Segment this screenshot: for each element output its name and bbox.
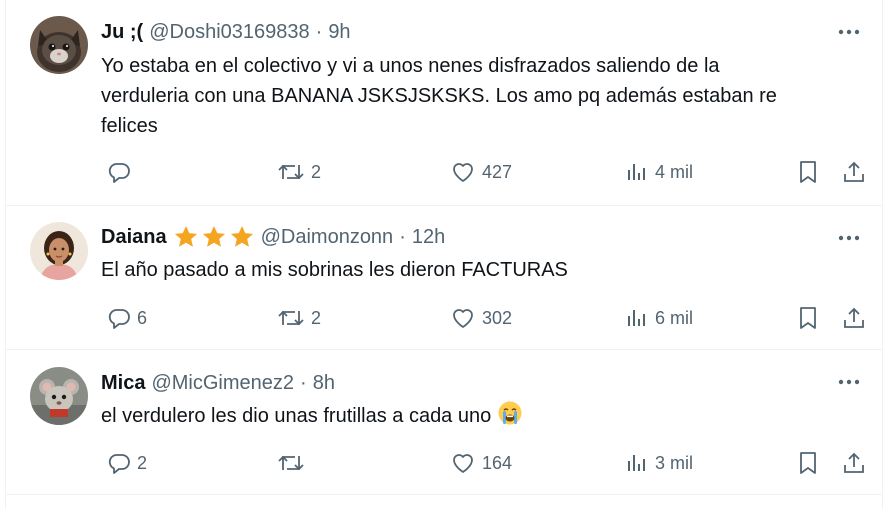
separator: · xyxy=(315,20,323,43)
bookmark-button[interactable] xyxy=(797,157,819,187)
repost-button[interactable] xyxy=(277,448,311,478)
like-button[interactable]: 427 xyxy=(450,157,512,187)
avatar-kitten[interactable] xyxy=(30,16,88,74)
bookmark-button[interactable] xyxy=(797,303,819,333)
share-button[interactable] xyxy=(841,448,867,478)
separator: · xyxy=(300,371,307,394)
tweet-text-line: felices xyxy=(101,115,158,137)
tweet-text-content: el verdulero les dio unas frutillas a ca… xyxy=(101,405,492,427)
like-icon xyxy=(450,306,476,330)
share-button[interactable] xyxy=(841,303,867,333)
views-count: 3 mil xyxy=(655,452,694,473)
views-button[interactable]: 6 mil xyxy=(625,303,693,333)
tweet-feed: Ju ;( @Doshi03169838 · 9h Yo estaba en e… xyxy=(5,0,883,509)
user-handle[interactable]: @MicGimenez2 xyxy=(151,372,294,395)
reply-button[interactable] xyxy=(107,157,137,187)
user-name[interactable]: Mica xyxy=(101,372,145,395)
tweet-actions: 2 427 4 mil xyxy=(101,157,871,187)
reply-count: 2 xyxy=(137,452,148,473)
repost-button[interactable]: 2 xyxy=(277,303,321,333)
tweet-text-line: El año pasado a mis sobrinas les dieron … xyxy=(101,259,568,281)
tweet-actions: 2 164 3 mil xyxy=(101,448,871,478)
crying-face-emoji xyxy=(497,400,523,435)
tweet-header: Mica @MicGimenez2 · 8h xyxy=(101,371,335,395)
like-count: 302 xyxy=(482,307,513,328)
reply-count: 6 xyxy=(137,307,148,328)
like-count: 427 xyxy=(482,161,513,182)
user-name[interactable]: Daiana xyxy=(101,226,167,249)
star-badges xyxy=(173,224,255,250)
views-button[interactable]: 4 mil xyxy=(625,157,693,187)
like-icon xyxy=(450,451,476,475)
reply-icon xyxy=(107,160,131,184)
tweet-2[interactable]: Daiana @Daimonzonn · 12h El año pasado a… xyxy=(6,206,882,349)
views-count: 6 mil xyxy=(655,307,694,328)
bookmark-icon xyxy=(797,159,819,185)
repost-count: 2 xyxy=(311,161,322,182)
repost-count: 2 xyxy=(311,307,322,328)
repost-icon xyxy=(277,451,305,475)
views-icon xyxy=(625,306,649,330)
views-button[interactable]: 3 mil xyxy=(625,448,693,478)
like-button[interactable]: 302 xyxy=(450,303,512,333)
like-count: 164 xyxy=(482,452,513,473)
repost-button[interactable]: 2 xyxy=(277,157,321,187)
views-icon xyxy=(625,451,649,475)
reply-button[interactable]: 6 xyxy=(107,303,147,333)
bookmark-icon xyxy=(797,305,819,331)
user-handle[interactable]: @Daimonzonn xyxy=(261,226,394,249)
star-icon xyxy=(230,225,253,247)
tweet-text-line: verduleria con una BANANA JSKSJSKSKS. Lo… xyxy=(101,85,777,107)
tweet-text-line: Yo estaba en el colectivo y vi a unos ne… xyxy=(101,55,720,77)
timestamp[interactable]: 9h xyxy=(328,21,350,44)
tweet-header: Ju ;( @Doshi03169838 · 9h xyxy=(101,20,351,44)
star-icon xyxy=(202,225,225,247)
separator: · xyxy=(399,225,406,248)
views-icon xyxy=(625,160,649,184)
timestamp[interactable]: 12h xyxy=(412,226,445,249)
tweet-text-line: el verdulero les dio unas frutillas a ca… xyxy=(101,400,851,435)
more-icon[interactable] xyxy=(836,372,862,392)
tweet-actions: 6 2 302 6 mil xyxy=(101,303,871,333)
bookmark-icon xyxy=(797,450,819,476)
timestamp[interactable]: 8h xyxy=(313,372,335,395)
avatar-girl[interactable] xyxy=(30,222,88,280)
reply-icon xyxy=(107,451,131,475)
share-icon xyxy=(841,305,867,331)
like-icon xyxy=(450,160,476,184)
views-count: 4 mil xyxy=(655,161,694,182)
bookmark-button[interactable] xyxy=(797,448,819,478)
like-button[interactable]: 164 xyxy=(450,448,512,478)
share-icon xyxy=(841,450,867,476)
share-icon xyxy=(841,159,867,185)
user-name[interactable]: Ju ;( xyxy=(101,21,143,44)
tweet-3[interactable]: Mica @MicGimenez2 · 8h el verdulero les … xyxy=(6,350,882,494)
reply-button[interactable]: 2 xyxy=(107,448,147,478)
user-handle[interactable]: @Doshi03169838 xyxy=(149,21,309,44)
tweet-divider xyxy=(6,494,882,495)
tweet-text: El año pasado a mis sobrinas les dieron … xyxy=(101,255,851,285)
tweet-header: Daiana @Daimonzonn · 12h xyxy=(101,225,445,249)
tweet-text: Yo estaba en el colectivo y vi a unos ne… xyxy=(101,51,851,141)
reply-icon xyxy=(107,306,131,330)
tweet-1[interactable]: Ju ;( @Doshi03169838 · 9h Yo estaba en e… xyxy=(6,0,882,205)
more-icon[interactable] xyxy=(836,228,862,248)
more-icon[interactable] xyxy=(836,22,862,42)
star-icon xyxy=(174,225,197,247)
repost-icon xyxy=(277,160,305,184)
share-button[interactable] xyxy=(841,157,867,187)
avatar-mouse[interactable] xyxy=(30,367,88,425)
tweet-text: el verdulero les dio unas frutillas a ca… xyxy=(101,400,851,435)
repost-icon xyxy=(277,306,305,330)
